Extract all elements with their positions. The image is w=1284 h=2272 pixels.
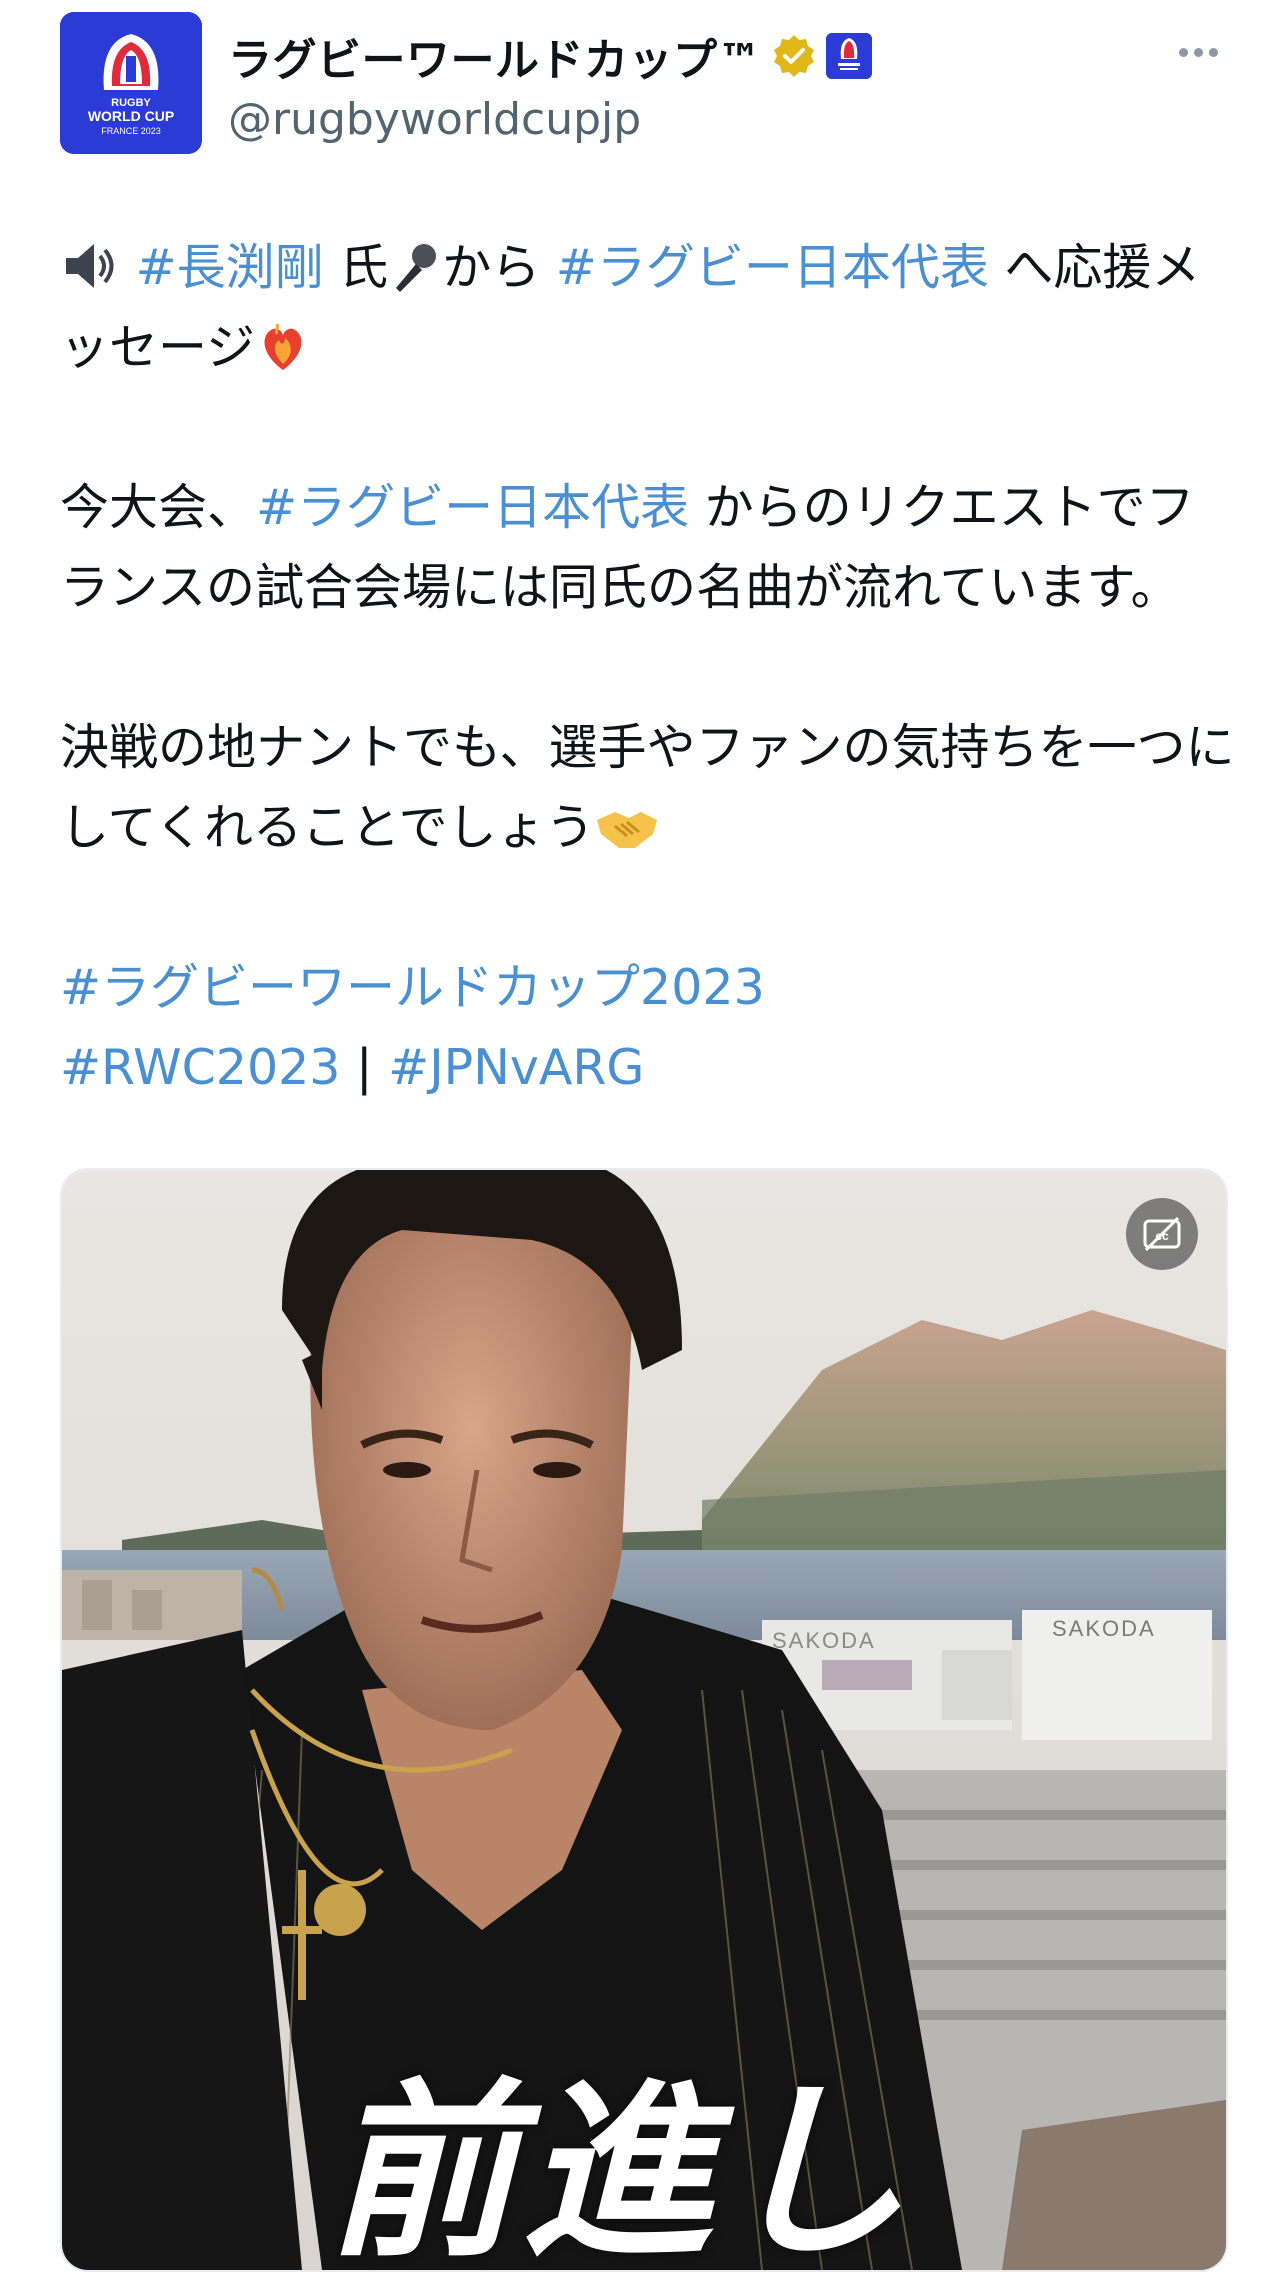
video-player[interactable]: SAKODA SAKODA cc 前進し bbox=[60, 1168, 1228, 2272]
text-span: 氏 bbox=[323, 239, 389, 296]
affiliate-badge-icon[interactable] bbox=[826, 33, 872, 79]
text-span: から bbox=[442, 239, 556, 296]
text-span: 今大会、 bbox=[60, 479, 257, 536]
microphone-icon bbox=[396, 244, 437, 292]
svg-text:FRANCE 2023: FRANCE 2023 bbox=[101, 126, 161, 136]
hashtag-link[interactable]: #ラグビー日本代表 bbox=[556, 239, 989, 296]
building-sign-left: SAKODA bbox=[772, 1628, 876, 1653]
paragraph-2: 今大会、#ラグビー日本代表 からのリクエストでフランスの試合会場には同氏の名曲が… bbox=[60, 468, 1240, 628]
hashtag-link[interactable]: #RWC2023 bbox=[60, 1039, 340, 1096]
building-sign-right: SAKODA bbox=[1052, 1616, 1156, 1641]
hashtag-link[interactable]: #長渕剛 bbox=[136, 239, 324, 296]
handshake-icon bbox=[596, 812, 657, 848]
verified-badge-icon[interactable] bbox=[770, 32, 818, 80]
display-name[interactable]: ラグビーワールドカップ™ bbox=[228, 24, 762, 88]
rwc-logo-icon: RUGBY WORLD CUP FRANCE 2023 bbox=[60, 12, 202, 154]
name-row: ラグビーワールドカップ™ bbox=[228, 26, 872, 86]
closed-captions-off-icon[interactable]: cc bbox=[1126, 1198, 1198, 1270]
hashtags-line-2: #RWC2023 | #JPNvARG bbox=[60, 1028, 1240, 1108]
tweet-header: RUGBY WORLD CUP FRANCE 2023 ラグビーワールドカップ™… bbox=[60, 12, 1224, 154]
svg-text:WORLD CUP: WORLD CUP bbox=[88, 108, 174, 124]
profile-avatar[interactable]: RUGBY WORLD CUP FRANCE 2023 bbox=[60, 12, 202, 154]
separator: | bbox=[340, 1039, 389, 1096]
tweet-text: #長渕剛 氏 から #ラグビー日本代表 へ応援メッセージ 今大会、#ラグビー日本… bbox=[60, 228, 1240, 1108]
speaker-icon bbox=[66, 244, 114, 288]
more-options-icon[interactable] bbox=[1176, 42, 1224, 66]
hashtag-link[interactable]: #ラグビー日本代表 bbox=[256, 479, 689, 536]
video-caption: 前進し bbox=[326, 2060, 915, 2272]
hashtags-line-1: #ラグビーワールドカップ2023 bbox=[60, 948, 1240, 1028]
hashtag-link[interactable]: #ラグビーワールドカップ2023 bbox=[60, 959, 765, 1016]
hashtag-link[interactable]: #JPNvARG bbox=[388, 1039, 644, 1096]
paragraph-3: 決戦の地ナントでも、選手やファンの気持ちを一つにしてくれることでしょう bbox=[60, 708, 1240, 868]
heart-on-fire-icon bbox=[264, 323, 302, 370]
user-handle[interactable]: @rugbyworldcupjp bbox=[228, 94, 641, 145]
paragraph-1: #長渕剛 氏 から #ラグビー日本代表 へ応援メッセージ bbox=[60, 228, 1240, 388]
